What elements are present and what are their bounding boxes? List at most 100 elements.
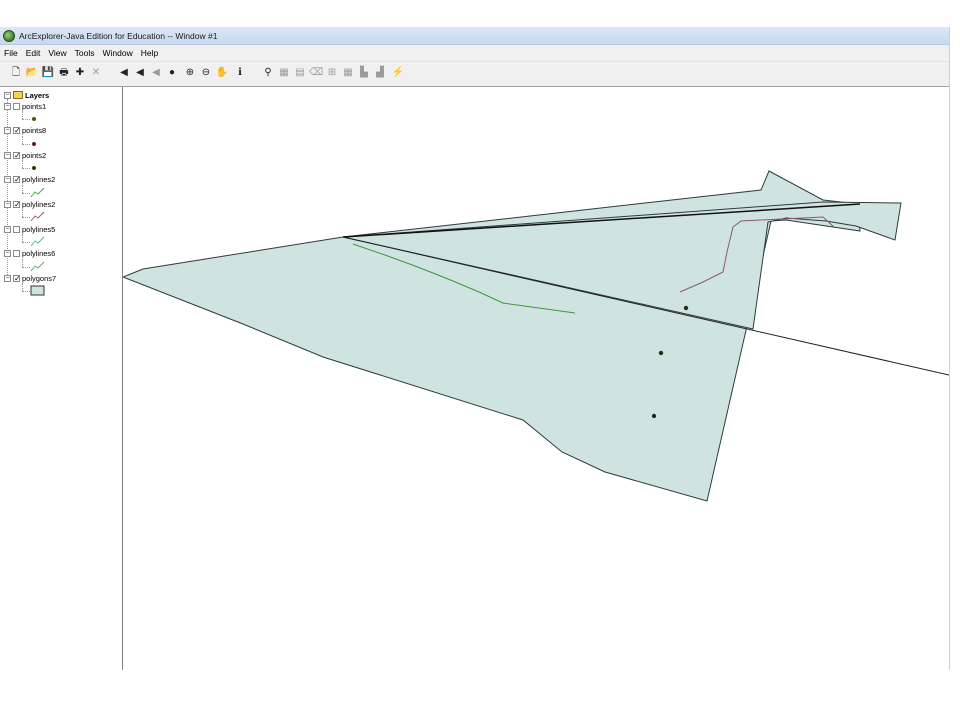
layer-item-polylines6[interactable]: − polylines6 (4, 249, 55, 259)
title-bar[interactable]: ArcExplorer-Java Edition for Education -… (0, 27, 949, 45)
layers-panel: − Layers − points1− ✓ points8− ✓ points2− ✓ pol… (0, 87, 123, 670)
tree-connector (22, 209, 23, 218)
layer-label: points8 (22, 126, 47, 136)
tree-connector (22, 111, 23, 119)
tree-connector (22, 258, 23, 267)
tree-connector (22, 192, 30, 194)
point-symbol-icon (32, 141, 36, 146)
query-builder-icon[interactable]: ▤ (294, 67, 306, 79)
layer-label: polylines5 (22, 224, 56, 234)
tree-connector (22, 291, 30, 293)
layer-visibility-checkbox[interactable] (13, 102, 20, 110)
menu-bar: File Edit View Tools Window Help (0, 45, 949, 62)
layer-visibility-checkbox[interactable]: ✓ (13, 127, 21, 135)
polygon-symbol-icon (30, 285, 45, 296)
layer-visibility-checkbox[interactable] (13, 225, 20, 233)
tree-connector (22, 283, 23, 292)
layer-visibility-checkbox[interactable]: ✓ (13, 176, 21, 184)
collapse-icon[interactable]: − (4, 250, 11, 258)
delete-icon[interactable]: ✕ (90, 67, 102, 79)
hotlink-icon[interactable]: ⚡ (392, 67, 404, 79)
new-icon[interactable]: 🗋 (10, 67, 22, 79)
layer-item-points1[interactable]: − points1 (4, 101, 46, 111)
add-layer-icon[interactable]: ✚ (74, 67, 86, 79)
zoom-in-icon[interactable]: ⊕ (184, 67, 196, 79)
tree-connector (22, 266, 30, 268)
zoom-out-icon[interactable]: ⊖ (200, 67, 212, 79)
open-folder-icon[interactable]: 📂 (26, 67, 38, 79)
layer-label: points1 (22, 101, 47, 111)
tree-connector (22, 234, 23, 242)
point-feature[interactable] (651, 413, 657, 419)
tree-connector (22, 135, 23, 144)
layer-label: polylines2 (22, 175, 56, 185)
tree-connector (22, 119, 30, 120)
line-symbol-icon (30, 236, 45, 247)
save-icon[interactable]: 💾 (42, 67, 54, 79)
clear-selection-icon[interactable]: ⌫ (309, 67, 323, 79)
pan-hand-icon[interactable]: ✋ (216, 67, 228, 79)
layer-item-polygons7[interactable]: − ✓ polygons7 (4, 273, 56, 283)
tree-connector (22, 168, 30, 170)
layer-item-polylines5[interactable]: − polylines5 (4, 224, 55, 234)
app-globe-icon (3, 29, 15, 42)
collapse-icon[interactable]: − (4, 225, 11, 233)
layer-visibility-checkbox[interactable] (13, 250, 20, 258)
layer-item-polylines2[interactable]: − ✓ polylines2 (4, 175, 55, 185)
find-binoculars-icon[interactable]: ⚲ (262, 67, 274, 79)
point-symbol-icon (32, 166, 36, 171)
layer-visibility-checkbox[interactable]: ✓ (13, 274, 21, 282)
layer-item-polylines2[interactable]: − ✓ polylines2 (4, 199, 55, 209)
collapse-icon[interactable]: − (4, 200, 11, 208)
print-icon[interactable]: 🖶 (58, 67, 70, 79)
layers-root-label: Layers (25, 90, 50, 100)
next-extent-icon[interactable]: ◀ (150, 67, 162, 79)
menu-window[interactable]: Window (98, 48, 136, 58)
line-symbol-icon (30, 187, 45, 198)
window-title: ArcExplorer-Java Edition for Education -… (19, 30, 218, 41)
point-feature[interactable] (683, 305, 689, 311)
map-view[interactable] (121, 87, 950, 670)
measure-icon[interactable]: ⊞ (326, 67, 338, 79)
back-arrow-icon[interactable]: ◀ (118, 67, 130, 79)
tree-connector (22, 242, 30, 243)
menu-help[interactable]: Help (137, 48, 162, 58)
point-symbol-icon (32, 117, 36, 121)
layer-visibility-checkbox[interactable]: ✓ (13, 200, 21, 208)
line-symbol-icon (30, 212, 45, 222)
map-canvas[interactable] (121, 87, 950, 670)
select-feature-icon[interactable]: ▦ (278, 67, 290, 79)
layer-item-points8[interactable]: − ✓ points8 (4, 126, 46, 136)
collapse-icon[interactable]: − (4, 151, 11, 159)
full-extent-globe-icon[interactable]: ● (166, 67, 178, 79)
line-symbol-icon (30, 261, 45, 271)
collapse-icon[interactable]: − (4, 127, 11, 135)
layer-label: polylines2 (22, 199, 56, 209)
collapse-icon[interactable]: − (4, 102, 11, 110)
chart-icon[interactable]: ▙ (358, 67, 370, 79)
tree-connector (22, 217, 30, 219)
menu-edit[interactable]: Edit (22, 48, 45, 58)
buffer-icon[interactable]: ▟ (374, 67, 386, 79)
toolbar: 🗋 📂 💾 🖶 ✚ ✕ ◀ ◀ ◀ ● ⊕ ⊖ ✋ ℹ ⚲ ▦ ▤ ⌫ ⊞ ▦ ▙ ▟ ⚡ (0, 62, 949, 87)
menu-view[interactable]: View (44, 48, 70, 58)
previous-extent-icon[interactable]: ◀ (134, 67, 146, 79)
layer-label: polylines6 (22, 249, 56, 259)
point-feature[interactable] (658, 350, 664, 356)
layer-item-points2[interactable]: − ✓ points2 (4, 150, 46, 160)
collapse-icon[interactable]: − (4, 274, 11, 282)
menu-file[interactable]: File (0, 48, 22, 58)
tree-connector (22, 160, 23, 169)
attribute-table-icon[interactable]: ▦ (342, 67, 354, 79)
layer-visibility-checkbox[interactable]: ✓ (13, 151, 21, 159)
identify-icon[interactable]: ℹ (234, 67, 246, 79)
collapse-icon[interactable]: − (4, 91, 11, 99)
application-window: ArcExplorer-Java Edition for Education -… (0, 27, 950, 670)
tree-connector (22, 143, 30, 145)
tree-connector (22, 184, 23, 193)
layers-folder-icon (13, 91, 23, 99)
layer-label: points2 (22, 150, 47, 160)
layers-root[interactable]: − Layers (4, 90, 49, 100)
menu-tools[interactable]: Tools (71, 48, 99, 58)
collapse-icon[interactable]: − (4, 176, 11, 184)
